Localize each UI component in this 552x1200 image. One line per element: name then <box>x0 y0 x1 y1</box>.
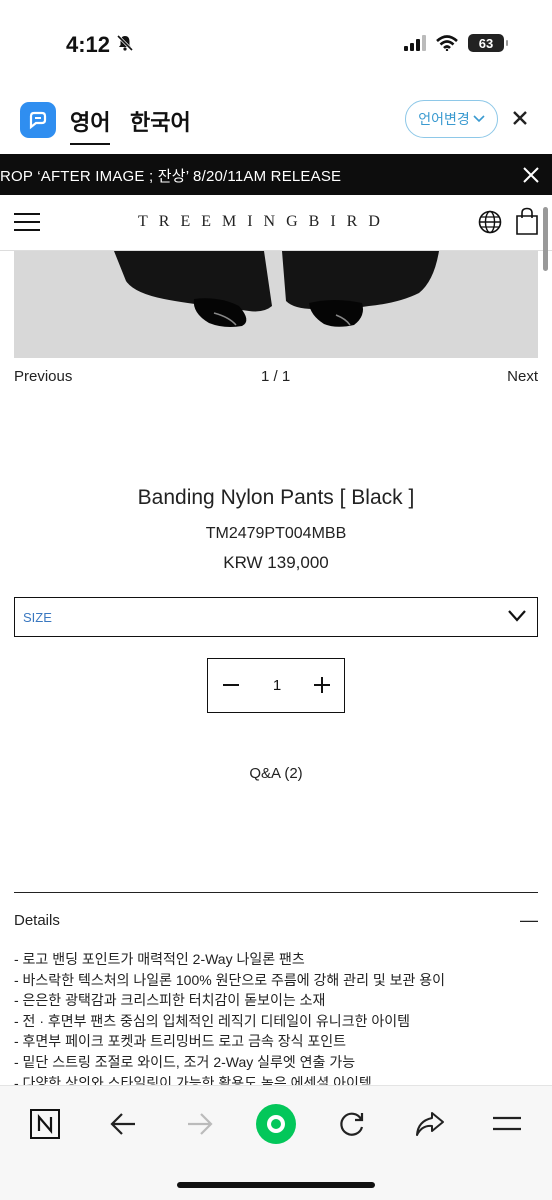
close-icon <box>523 167 539 183</box>
battery-icon: 63 <box>468 34 508 52</box>
status-bar: 4:12 63 <box>0 0 552 90</box>
naver-n-icon <box>30 1109 60 1139</box>
back-button[interactable] <box>103 1104 143 1144</box>
bell-muted-icon <box>116 34 134 57</box>
list-item: - 로고 밴딩 포인트가 매력적인 2-Way 나일론 팬츠 <box>14 951 305 967</box>
globe-icon[interactable] <box>478 210 502 234</box>
menu-icon[interactable] <box>14 213 40 231</box>
green-dot-button[interactable] <box>254 1102 298 1146</box>
change-language-button[interactable]: 언어변경 <box>405 100 498 138</box>
increase-quantity-button[interactable] <box>310 671 334 699</box>
source-language-tab[interactable]: 영어 <box>70 105 111 145</box>
wifi-icon <box>436 35 458 51</box>
section-divider <box>14 892 538 893</box>
details-toggle[interactable]: Details — <box>14 910 538 930</box>
home-indicator <box>177 1182 375 1188</box>
size-select[interactable]: SIZE <box>14 597 538 637</box>
status-time: 4:12 <box>66 32 134 58</box>
browser-menu-button[interactable] <box>487 1104 527 1144</box>
details-list: - 로고 밴딩 포인트가 매력적인 2-Way 나일론 팬츠 - 바스락한 텍스… <box>14 949 538 1085</box>
list-item: - 은은한 광택감과 크리스피한 터치감이 돋보이는 소재 <box>14 992 326 1009</box>
list-item: - 후면부 페이크 포켓과 트리밍버드 로고 금속 장식 포인트 <box>14 1033 347 1050</box>
product-title: Banding Nylon Pants [ Black ] <box>137 486 415 509</box>
share-arrow-icon <box>416 1112 444 1136</box>
list-item: - 밑단 스트링 조절로 와이드, 조거 2-Way 실루엣 연출 가능 <box>14 1053 356 1070</box>
green-dot-icon <box>256 1104 296 1144</box>
clock: 4:12 <box>66 32 111 57</box>
list-item: - 다양한 상의와 스타일링이 가능한 활용도 높은 에센셜 아이템 <box>14 1074 372 1085</box>
page-scrollbar[interactable] <box>543 207 548 271</box>
arrow-right-icon <box>188 1113 213 1135</box>
status-indicators: 63 <box>404 34 508 52</box>
refresh-icon <box>340 1112 364 1136</box>
arrow-left-icon <box>110 1113 135 1135</box>
naver-home-button[interactable] <box>25 1104 65 1144</box>
shopping-bag-icon[interactable] <box>515 207 539 235</box>
minus-icon <box>223 684 239 686</box>
size-select-label: SIZE <box>23 609 52 625</box>
forward-button[interactable] <box>180 1104 220 1144</box>
qa-link[interactable]: Q&A (2) <box>0 765 552 782</box>
chevron-down-icon <box>473 115 485 123</box>
share-button[interactable] <box>410 1104 450 1144</box>
menu-icon <box>493 1116 521 1131</box>
chevron-down-icon <box>508 610 526 622</box>
announcement-text[interactable]: ROP ‘AFTER IMAGE ; 잔상’ 8/20/11AM RELEASE <box>0 165 341 186</box>
collapse-icon: — <box>520 910 538 930</box>
change-language-label: 언어변경 <box>418 111 470 127</box>
details-heading: Details <box>14 912 60 929</box>
translate-bar: 영어 한국어 언어변경 <box>0 96 552 146</box>
announcement-bar: ROP ‘AFTER IMAGE ; 잔상’ 8/20/11AM RELEASE <box>0 154 552 195</box>
cellular-signal-icon <box>404 35 426 51</box>
previous-image-button[interactable]: Previous <box>14 368 72 385</box>
reload-button[interactable] <box>332 1104 372 1144</box>
target-language-tab[interactable]: 한국어 <box>130 105 191 137</box>
product-sku: TM2479PT004MBB <box>205 525 347 542</box>
close-announcement-button[interactable] <box>522 160 540 191</box>
quantity-value[interactable]: 1 <box>267 677 287 694</box>
product-image[interactable] <box>14 251 538 358</box>
decrease-quantity-button[interactable] <box>220 671 242 699</box>
close-icon <box>513 111 527 125</box>
brand-logo[interactable]: TREEMINGBIRD <box>138 213 391 231</box>
quantity-stepper: 1 <box>207 658 345 713</box>
plus-icon <box>314 677 330 693</box>
site-header: TREEMINGBIRD <box>0 195 552 251</box>
translator-logo-icon <box>20 102 56 138</box>
image-counter: 1 / 1 <box>261 368 291 385</box>
list-item: - 바스락한 텍스처의 나일론 100% 원단으로 주름에 강해 관리 및 보관… <box>14 971 446 988</box>
product-price: KRW 139,000 <box>223 553 329 572</box>
close-translate-button[interactable] <box>512 106 528 132</box>
list-item: - 전 · 후면부 팬츠 중심의 입체적인 레직기 디테일이 유니크한 아이템 <box>14 1012 410 1029</box>
next-image-button[interactable]: Next <box>507 368 538 385</box>
